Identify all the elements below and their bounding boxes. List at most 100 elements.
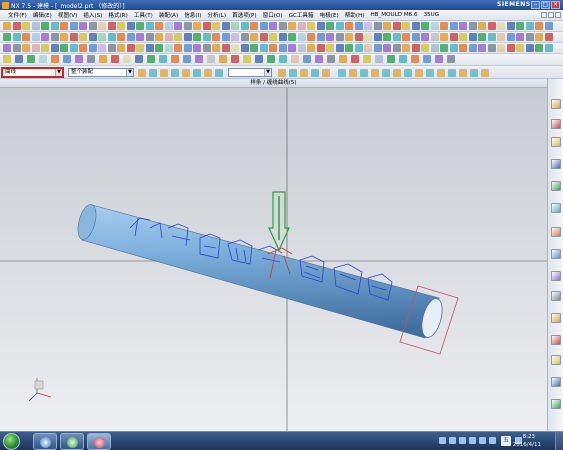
toolbar-button[interactable] bbox=[31, 44, 40, 52]
selection-tool-button[interactable] bbox=[448, 69, 456, 77]
clock-time[interactable]: 8:23 bbox=[523, 434, 535, 440]
selection-tool-button[interactable] bbox=[371, 69, 379, 77]
selection-tool-button[interactable] bbox=[481, 69, 489, 77]
toolbar-button[interactable] bbox=[351, 55, 359, 63]
toolbar-button[interactable] bbox=[430, 22, 439, 30]
graphics-window[interactable] bbox=[0, 88, 547, 431]
selection-tool-button[interactable] bbox=[470, 69, 478, 77]
toolbar-button[interactable] bbox=[269, 33, 277, 41]
toolbar-button[interactable] bbox=[297, 44, 306, 52]
toolbar-button[interactable] bbox=[171, 55, 179, 63]
toolbar-button[interactable] bbox=[212, 22, 220, 30]
toolbar-button[interactable] bbox=[373, 44, 382, 52]
toolbar-button[interactable] bbox=[544, 33, 553, 41]
toolbar-button[interactable] bbox=[327, 55, 335, 63]
toolbar-button[interactable] bbox=[240, 33, 249, 41]
toolbar-button[interactable] bbox=[316, 33, 325, 41]
toolbar-button[interactable] bbox=[468, 33, 477, 41]
toolbar-button[interactable] bbox=[387, 55, 395, 63]
toolbar-button[interactable] bbox=[535, 33, 543, 41]
resource-bar-tab[interactable] bbox=[551, 249, 561, 259]
toolbar-button[interactable] bbox=[98, 22, 106, 30]
toolbar-button[interactable] bbox=[487, 44, 496, 52]
selection-tool-button[interactable] bbox=[415, 69, 423, 77]
direction-arrow[interactable] bbox=[268, 191, 290, 252]
toolbar-button[interactable] bbox=[117, 22, 125, 30]
doc-restore-button[interactable] bbox=[548, 12, 554, 18]
selection-tool-button[interactable] bbox=[426, 69, 434, 77]
toolbar-button[interactable] bbox=[506, 22, 515, 30]
maximize-button[interactable]: □ bbox=[541, 1, 550, 9]
toolbar-button[interactable] bbox=[193, 33, 201, 41]
toolbar-button[interactable] bbox=[39, 55, 47, 63]
toolbar-button[interactable] bbox=[250, 22, 258, 30]
wcs-triad-icon[interactable] bbox=[28, 378, 52, 402]
selection-tool-button[interactable] bbox=[278, 69, 286, 77]
toolbar-button[interactable] bbox=[535, 22, 543, 30]
toolbar-button[interactable] bbox=[41, 22, 49, 30]
toolbar-button[interactable] bbox=[155, 44, 163, 52]
toolbar-button[interactable] bbox=[60, 33, 68, 41]
toolbar-button[interactable] bbox=[373, 33, 382, 41]
toolbar-button[interactable] bbox=[123, 55, 131, 63]
toolbar-button[interactable] bbox=[41, 44, 49, 52]
toolbar-button[interactable] bbox=[221, 33, 230, 41]
toolbar-button[interactable] bbox=[147, 55, 155, 63]
menu-information[interactable]: 信息(I) bbox=[181, 11, 204, 19]
resource-bar-tab[interactable] bbox=[551, 335, 561, 345]
menu-format[interactable]: 格式(R) bbox=[105, 11, 130, 19]
menu-35ug[interactable]: 35UG bbox=[421, 12, 443, 18]
toolbar-button[interactable] bbox=[88, 33, 97, 41]
toolbar-button[interactable] bbox=[12, 44, 21, 52]
toolbar-button[interactable] bbox=[335, 22, 344, 30]
toolbar-button[interactable] bbox=[22, 22, 30, 30]
toolbar-button[interactable] bbox=[27, 55, 35, 63]
toolbar-button[interactable] bbox=[430, 44, 439, 52]
toolbar-button[interactable] bbox=[326, 33, 334, 41]
show-desktop-button[interactable] bbox=[555, 432, 563, 450]
toolbar-button[interactable] bbox=[183, 22, 192, 30]
toolbar-button[interactable] bbox=[392, 22, 401, 30]
toolbar-button[interactable] bbox=[136, 33, 144, 41]
toolbar-button[interactable] bbox=[411, 22, 420, 30]
toolbar-button[interactable] bbox=[303, 55, 311, 63]
selection-tool-button[interactable] bbox=[459, 69, 467, 77]
toolbar-button[interactable] bbox=[459, 22, 467, 30]
menu-file[interactable]: 文件(F) bbox=[0, 11, 30, 19]
tray-icon[interactable] bbox=[449, 437, 456, 444]
toolbar-button[interactable] bbox=[421, 44, 429, 52]
toolbar-button[interactable] bbox=[392, 44, 401, 52]
toolbar-button[interactable] bbox=[12, 33, 21, 41]
toolbar-button[interactable] bbox=[164, 44, 173, 52]
toolbar-button[interactable] bbox=[449, 22, 458, 30]
toolbar-button[interactable] bbox=[497, 22, 505, 30]
toolbar-button[interactable] bbox=[202, 33, 211, 41]
toolbar-button[interactable] bbox=[335, 33, 344, 41]
selection-scope-dropdown[interactable]: 整个装配 ▼ bbox=[68, 68, 134, 77]
toolbar-button[interactable] bbox=[354, 44, 363, 52]
toolbar-button[interactable] bbox=[99, 55, 107, 63]
toolbar-button[interactable] bbox=[126, 44, 135, 52]
toolbar-button[interactable] bbox=[193, 22, 201, 30]
toolbar-button[interactable] bbox=[98, 44, 106, 52]
toolbar-button[interactable] bbox=[402, 22, 410, 30]
toolbar-button[interactable] bbox=[449, 33, 458, 41]
toolbar-button[interactable] bbox=[240, 22, 249, 30]
toolbar-button[interactable] bbox=[87, 55, 95, 63]
toolbar-button[interactable] bbox=[497, 33, 505, 41]
tray-icon[interactable] bbox=[439, 437, 446, 444]
toolbar-button[interactable] bbox=[478, 44, 486, 52]
toolbar-button[interactable] bbox=[3, 55, 11, 63]
toolbar-button[interactable] bbox=[50, 33, 59, 41]
toolbar-button[interactable] bbox=[440, 22, 448, 30]
toolbar-button[interactable] bbox=[468, 44, 477, 52]
toolbar-button[interactable] bbox=[174, 44, 182, 52]
toolbar-button[interactable] bbox=[41, 33, 49, 41]
close-button[interactable]: × bbox=[551, 1, 560, 9]
toolbar-button[interactable] bbox=[544, 44, 553, 52]
toolbar-button[interactable] bbox=[278, 22, 287, 30]
toolbar-button[interactable] bbox=[440, 33, 448, 41]
toolbar-button[interactable] bbox=[354, 22, 363, 30]
resource-bar-tab[interactable] bbox=[551, 203, 561, 213]
toolbar-button[interactable] bbox=[63, 55, 71, 63]
